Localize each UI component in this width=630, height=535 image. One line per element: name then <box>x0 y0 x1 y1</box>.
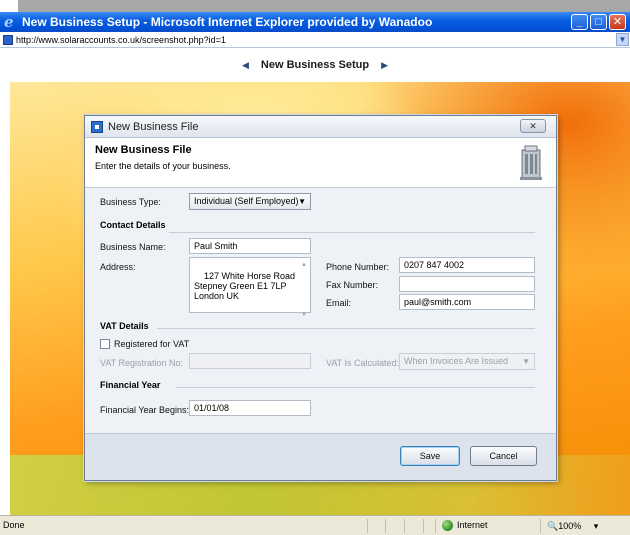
dialog-footer: Save Cancel <box>85 433 556 480</box>
address-url: http://www.solaraccounts.co.uk/screensho… <box>16 34 226 45</box>
dialog-title-bar: New Business File ✕ <box>85 116 556 138</box>
zoom-icon: 🔍 <box>547 521 559 531</box>
maximize-button[interactable]: □ <box>590 14 607 30</box>
status-bar: Done Internet 🔍100% ▾ <box>0 515 630 535</box>
browser-title: New Business Setup - Microsoft Internet … <box>22 15 433 29</box>
cancel-button[interactable]: Cancel <box>470 446 537 466</box>
vat-reg-label: VAT Registration No: <box>100 358 184 368</box>
section-divider <box>176 387 535 388</box>
zoom-level: 100% <box>558 521 582 531</box>
fy-begins-label: Financial Year Begins: <box>100 405 190 415</box>
vat-calc-select[interactable]: When Invoices Are Issued ▼ <box>399 353 535 370</box>
section-divider <box>157 328 535 329</box>
dialog-heading: New Business File <box>95 144 192 156</box>
security-zone: Internet <box>435 519 535 533</box>
address-value: 127 White Horse Road Stepney Green E1 7L… <box>194 271 296 301</box>
section-divider <box>169 232 535 233</box>
page-header: ◀ New Business Setup ▶ <box>0 48 630 82</box>
prev-arrow-icon[interactable]: ◀ <box>242 60 249 71</box>
business-type-select[interactable]: Individual (Self Employed) ▼ <box>189 193 311 210</box>
new-business-dialog: New Business File ✕ New Business File En… <box>84 115 557 481</box>
dialog-close-button[interactable]: ✕ <box>520 119 546 133</box>
vat-details-heading: VAT Details <box>100 321 149 331</box>
dialog-header: New Business File Enter the details of y… <box>85 138 556 188</box>
status-text: Done <box>3 520 25 530</box>
vat-reg-input[interactable] <box>189 353 311 369</box>
globe-icon <box>442 520 453 532</box>
vat-calc-label: VAT Is Calculated: <box>326 358 400 368</box>
close-window-button[interactable]: ✕ <box>609 14 626 30</box>
ie-logo-icon: e <box>4 13 14 31</box>
business-name-input[interactable]: Paul Smith <box>189 238 311 254</box>
building-icon <box>520 145 542 180</box>
dialog-window-title: New Business File <box>108 120 199 133</box>
fax-input[interactable] <box>399 276 535 292</box>
vat-calc-value: When Invoices Are Issued <box>404 356 509 366</box>
business-type-value: Individual (Self Employed) <box>194 196 299 206</box>
email-label: Email: <box>326 298 352 308</box>
top-strip <box>0 0 630 12</box>
minimize-button[interactable]: _ <box>571 14 588 30</box>
chevron-down-icon: ▼ <box>522 357 530 366</box>
browser-title-bar: e New Business Setup - Microsoft Interne… <box>0 12 630 32</box>
financial-year-heading: Financial Year <box>100 380 161 390</box>
phone-input[interactable]: 0207 847 4002 <box>399 257 535 273</box>
address-bar[interactable]: http://www.solaraccounts.co.uk/screensho… <box>0 32 630 48</box>
business-name-label: Business Name: <box>100 242 166 252</box>
address-textarea[interactable]: 127 White Horse Road Stepney Green E1 7L… <box>189 257 311 318</box>
fax-label: Fax Number: <box>326 280 379 290</box>
page-nav-title: New Business Setup <box>260 59 370 71</box>
business-type-label: Business Type: <box>100 197 161 207</box>
save-button[interactable]: Save <box>400 446 460 466</box>
email-input[interactable]: paul@smith.com <box>399 294 535 310</box>
address-dropdown-icon[interactable]: ▼ <box>616 33 629 46</box>
registered-vat-checkbox[interactable] <box>100 339 110 349</box>
contact-details-heading: Contact Details <box>100 220 166 230</box>
next-arrow-icon[interactable]: ▶ <box>381 60 388 71</box>
registered-vat-label: Registered for VAT <box>114 339 190 349</box>
address-label: Address: <box>100 262 136 272</box>
zone-label: Internet <box>457 520 488 530</box>
chevron-down-icon: ▼ <box>298 197 306 206</box>
app-icon <box>91 120 103 133</box>
dialog-subheading: Enter the details of your business. <box>95 161 231 171</box>
zoom-dropdown-icon[interactable]: ▾ <box>594 521 599 531</box>
zoom-control[interactable]: 🔍100% ▾ <box>540 519 630 533</box>
fy-begins-input[interactable]: 01/01/08 <box>189 400 311 416</box>
page-icon <box>3 34 13 45</box>
phone-label: Phone Number: <box>326 262 390 272</box>
address-scrollbar[interactable]: ▲ ▼ <box>300 260 308 318</box>
